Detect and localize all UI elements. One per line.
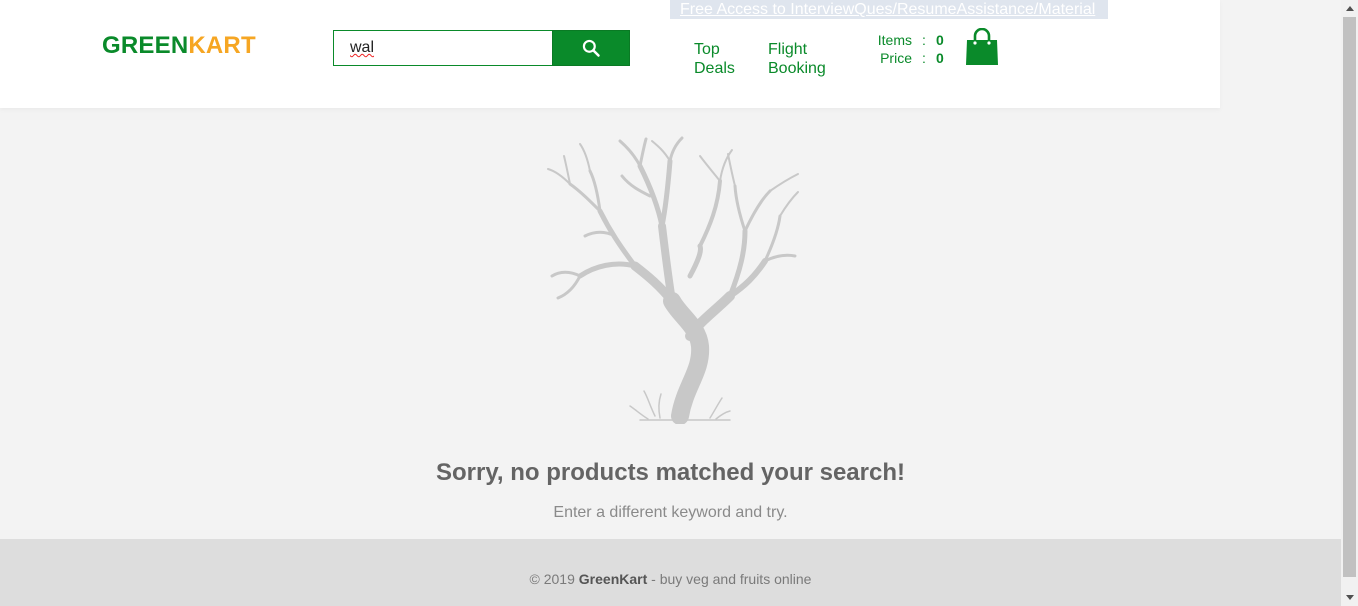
cart-items-row: Items : 0 xyxy=(872,31,948,49)
footer-tagline: - buy veg and fruits online xyxy=(647,571,812,587)
scrollbar-thumb[interactable] xyxy=(1343,17,1356,577)
page: GREENKART wal Top Deals Flight Booking I… xyxy=(0,0,1341,606)
shopping-bag-icon xyxy=(966,27,998,65)
cart-items-separator: : xyxy=(922,32,926,48)
footer: © 2019 GreenKart - buy veg and fruits on… xyxy=(0,539,1341,606)
cart-summary: Items : 0 Price : 0 xyxy=(872,31,948,67)
scroll-down-arrow-icon[interactable] xyxy=(1341,589,1358,606)
nav-top-deals-line1: Top xyxy=(694,41,720,58)
search-input-value: wal xyxy=(350,39,375,56)
brand-logo-green: GREEN xyxy=(102,32,189,59)
cart-items-label: Items xyxy=(877,32,912,48)
search-button[interactable] xyxy=(552,30,630,66)
nav-flight-booking-line2: Booking xyxy=(768,60,826,77)
nav-top-deals-line2: Deals xyxy=(694,60,735,77)
search-icon xyxy=(582,39,600,57)
bare-tree-illustration xyxy=(547,136,799,424)
cart-price-separator: : xyxy=(922,50,926,66)
footer-copyright: © 2019 xyxy=(529,571,579,587)
cart-price-row: Price : 0 xyxy=(872,49,948,67)
brand-logo-kart: KART xyxy=(188,32,256,59)
cart-price-label: Price xyxy=(880,50,912,66)
cart-price-value: 0 xyxy=(936,50,944,66)
cart-items-count: 0 xyxy=(936,32,944,48)
nav-link-flight-booking[interactable]: Flight Booking xyxy=(768,40,826,78)
empty-state-subtitle: Enter a different keyword and try. xyxy=(553,504,788,521)
empty-state-title: Sorry, no products matched your search! xyxy=(436,459,905,486)
footer-brand: GreenKart xyxy=(578,571,648,587)
cart-button[interactable] xyxy=(964,27,1000,68)
scroll-up-arrow-icon[interactable] xyxy=(1341,0,1358,17)
search-input[interactable]: wal xyxy=(333,30,553,66)
brand-logo[interactable]: GREENKART xyxy=(102,32,256,60)
nav-flight-booking-line1: Flight xyxy=(768,41,808,58)
nav-link-top-deals[interactable]: Top Deals xyxy=(694,40,735,78)
promo-banner-link[interactable]: Free Access to InterviewQues/ResumeAssis… xyxy=(670,0,1108,19)
